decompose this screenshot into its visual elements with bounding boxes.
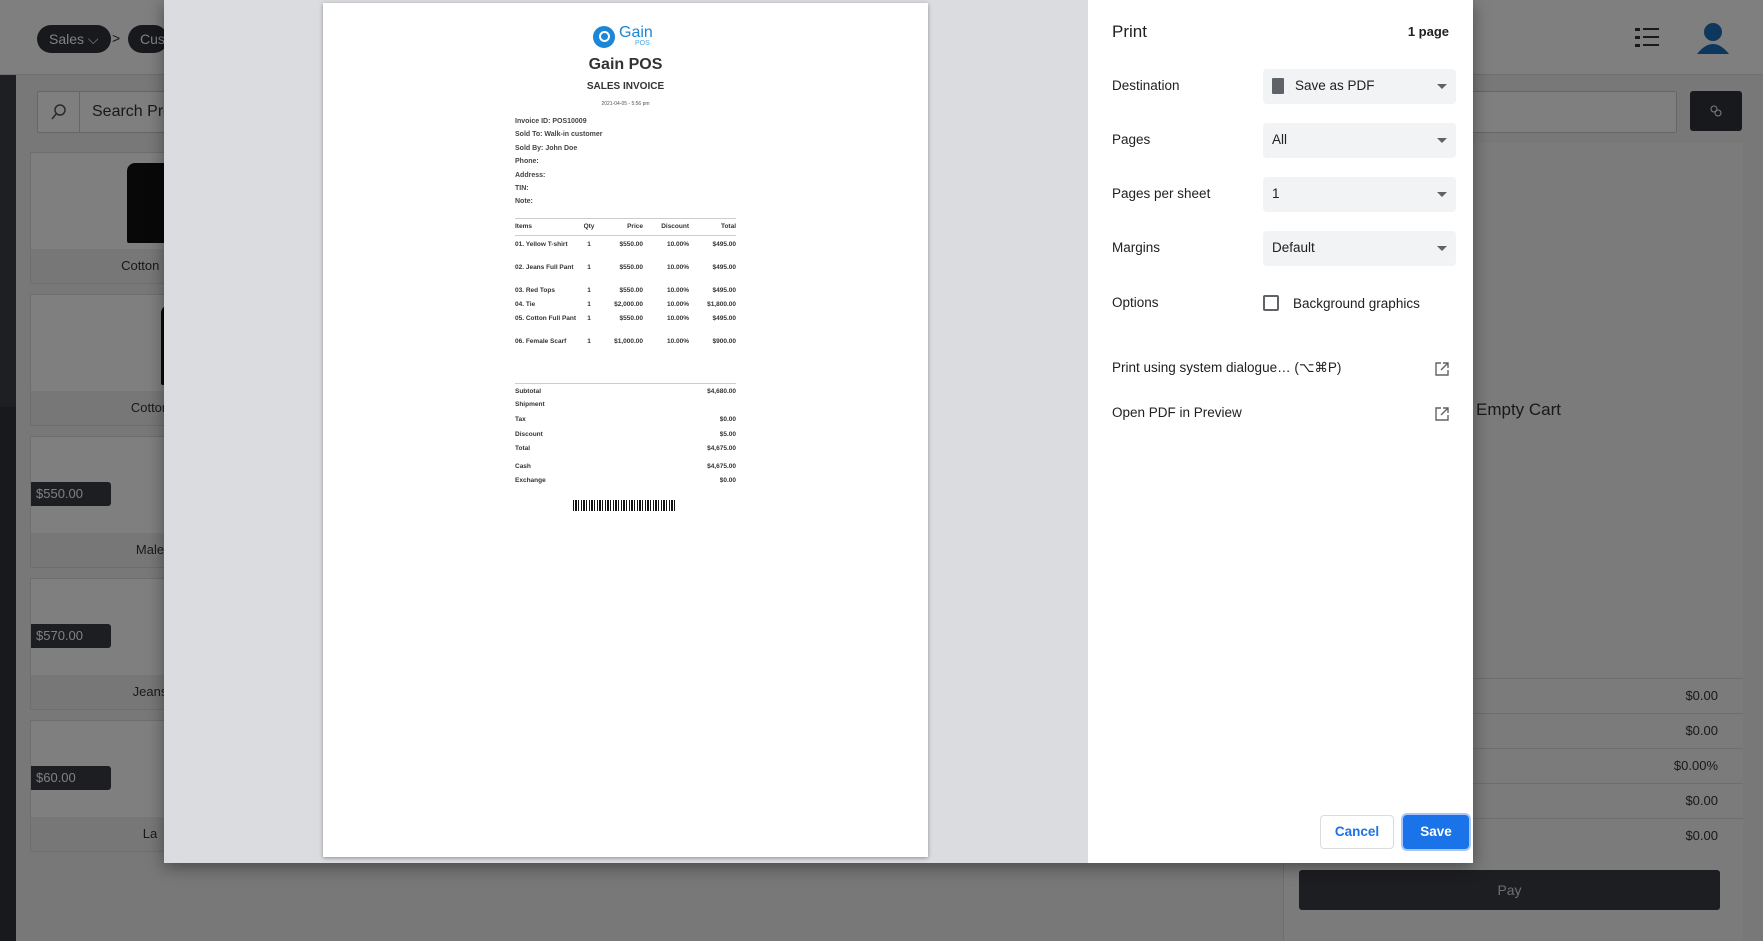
- page-count: 1 page: [1407, 24, 1449, 39]
- destination-select[interactable]: Save as PDF: [1263, 69, 1456, 104]
- open-external-icon: [1435, 362, 1449, 376]
- cash-row: Cash $4,675.00: [515, 463, 736, 470]
- tax-row: Tax $0.00: [515, 416, 736, 423]
- preview-page: Gain POS Gain POS SALES INVOICE 2021-04-…: [323, 3, 928, 857]
- open-external-icon: [1435, 407, 1449, 421]
- pages-label: Pages: [1112, 132, 1151, 147]
- sold-by: Sold By: John Doe: [515, 144, 578, 152]
- save-button[interactable]: Save: [1403, 815, 1469, 849]
- invoice-title: Gain POS: [588, 56, 663, 73]
- margins-label: Margins: [1112, 240, 1161, 255]
- invoice-subtitle: SALES INVOICE: [586, 81, 665, 92]
- open-pdf-preview-link[interactable]: Open PDF in Preview: [1112, 405, 1449, 425]
- note: Note:: [515, 198, 533, 206]
- table-row: 02. Jeans Full Pant 1 $550.00 10.00% $495.00: [515, 263, 736, 271]
- system-dialog-link[interactable]: Print using system dialogue… (⌥⌘P): [1112, 360, 1449, 380]
- print-title: Print: [1112, 22, 1147, 41]
- sold-to: Sold To: Walk-in customer: [515, 131, 603, 139]
- dropdown-arrow-icon: [1437, 246, 1447, 251]
- dropdown-arrow-icon: [1437, 84, 1447, 89]
- destination-label: Destination: [1112, 78, 1180, 93]
- table-row: 01. Yellow T-shirt 1 $550.00 10.00% $495.00: [515, 241, 736, 248]
- table-row: 03. Red Tops 1 $550.00 10.00% $495.00: [515, 286, 736, 294]
- document-icon: [1272, 78, 1284, 94]
- total-row: Total $4,675.00: [515, 445, 736, 452]
- table-row: 05. Cotton Full Pant 1 $550.00 10.00% $495.0…: [515, 314, 736, 322]
- dropdown-arrow-icon: [1437, 138, 1447, 143]
- gain-pos-logo: Gain POS: [593, 24, 663, 50]
- shipment-row: Shipment: [515, 401, 545, 408]
- totals-divider: [515, 383, 736, 384]
- table-row: 06. Female Scarf 1 $1,000.00 10.00% $900.00: [515, 337, 736, 345]
- discount-row: Discount $5.00: [515, 431, 736, 438]
- phone: Phone:: [515, 158, 539, 166]
- margins-select[interactable]: Default: [1263, 231, 1456, 266]
- invoice-id: Invoice ID: POS10009: [515, 118, 587, 125]
- invoice-meta: Invoice ID: POS10009 Sold To: Walk-in cu…: [515, 118, 603, 212]
- print-dialog: Gain POS Gain POS SALES INVOICE 2021-04-…: [164, 0, 1473, 863]
- table-header-row: Items Qty Price Discount Total: [515, 218, 736, 236]
- address: Address:: [515, 171, 546, 179]
- subtotal-row: Subtotal $4,680.00: [515, 388, 736, 395]
- background-graphics-label[interactable]: Background graphics: [1293, 296, 1420, 311]
- cancel-button[interactable]: Cancel: [1320, 815, 1394, 849]
- pages-per-sheet-label: Pages per sheet: [1112, 186, 1211, 201]
- options-label: Options: [1112, 295, 1159, 310]
- pages-select[interactable]: All: [1263, 123, 1456, 158]
- print-preview-area: Gain POS Gain POS SALES INVOICE 2021-04-…: [164, 0, 1088, 863]
- print-settings-panel: Print 1 page Destination Save as PDF Pag…: [1088, 0, 1473, 863]
- dropdown-arrow-icon: [1437, 192, 1447, 197]
- table-row: 04. Tie 1 $2,000.00 10.00% $1,800.00: [515, 300, 736, 308]
- exchange-row: Exchange $0.00: [515, 477, 736, 484]
- invoice-items-table: Items Qty Price Discount Total 01. Yello…: [515, 218, 736, 356]
- tin: TIN:: [515, 184, 529, 192]
- barcode-image: [573, 500, 677, 511]
- pages-per-sheet-select[interactable]: 1: [1263, 177, 1456, 212]
- invoice-date: 2021-04-05 - 5:56 pm: [601, 101, 650, 107]
- background-graphics-checkbox[interactable]: [1263, 295, 1279, 311]
